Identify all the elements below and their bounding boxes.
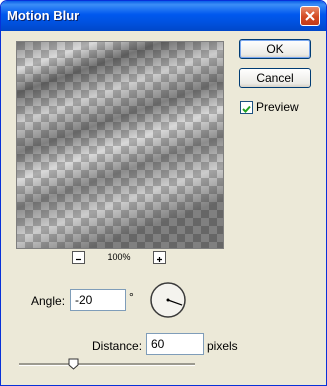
angle-unit: °: [129, 290, 134, 304]
dialog-title: Motion Blur: [7, 8, 80, 23]
plus-icon: [157, 257, 162, 262]
blur-preview-image[interactable]: [16, 41, 224, 249]
distance-label: Distance:: [92, 339, 143, 353]
ok-button[interactable]: OK: [239, 39, 311, 59]
preview-checkbox[interactable]: [240, 101, 253, 114]
checkmark-icon: [242, 105, 251, 113]
preview-label[interactable]: Preview: [256, 100, 299, 114]
close-button[interactable]: [300, 6, 320, 26]
slider-thumb[interactable]: [68, 358, 79, 370]
title-bar[interactable]: Motion Blur: [1, 1, 326, 31]
zoom-level: 100%: [107, 252, 131, 262]
distance-input[interactable]: 60: [146, 333, 204, 355]
angle-dial[interactable]: [149, 281, 187, 319]
angle-input[interactable]: -20: [70, 289, 126, 311]
preview-canvas: [17, 42, 223, 248]
dialog-body: OK Cancel Preview 100% Angle: -20 ° Dist…: [4, 31, 323, 382]
minus-icon: [76, 258, 81, 261]
slider-track: [19, 363, 195, 366]
close-icon: [305, 11, 315, 21]
zoom-out-button[interactable]: [72, 251, 85, 264]
motion-blur-dialog: Motion Blur OK Cancel Preview 100% Angle…: [0, 0, 327, 386]
distance-slider[interactable]: [19, 357, 195, 371]
cancel-button[interactable]: Cancel: [239, 68, 311, 88]
distance-unit: pixels: [207, 339, 238, 353]
zoom-in-button[interactable]: [153, 251, 166, 264]
angle-label: Angle:: [31, 294, 66, 308]
